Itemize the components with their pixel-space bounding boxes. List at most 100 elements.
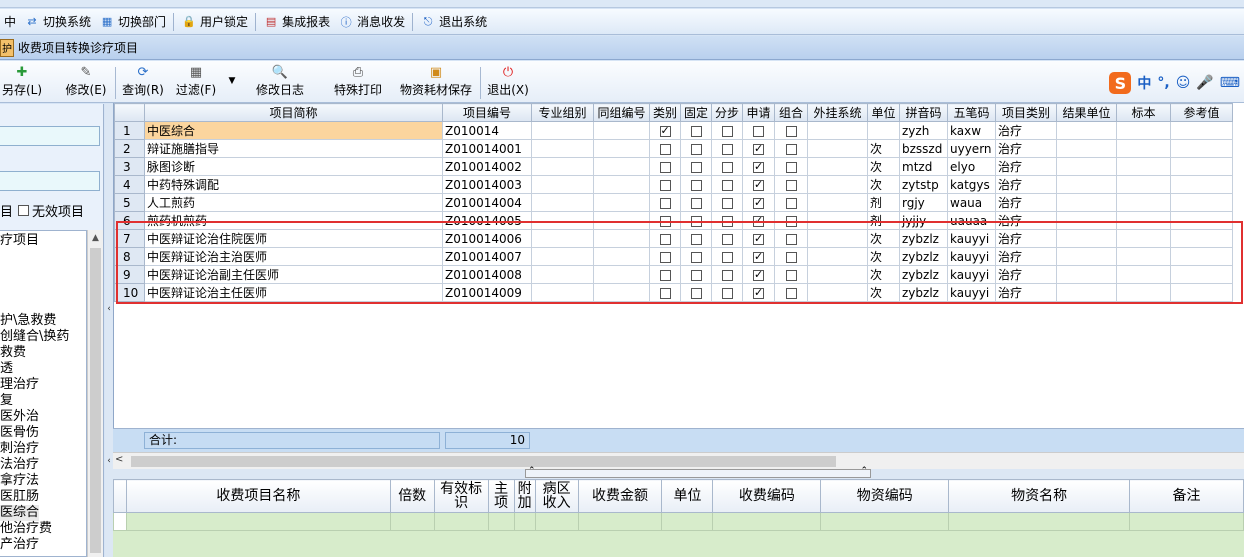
save-as-button[interactable]: ✚ 另存(L) xyxy=(0,64,44,100)
row-number[interactable]: 7 xyxy=(114,229,145,248)
scroll-thumb[interactable] xyxy=(90,248,101,553)
tree-item[interactable]: 他治疗费 xyxy=(0,521,52,537)
apply-checkbox[interactable] xyxy=(753,286,764,299)
detail-cell[interactable] xyxy=(113,512,127,531)
column-header[interactable]: 专业组别 xyxy=(531,103,594,122)
cat-checkbox[interactable] xyxy=(659,233,671,245)
cell-external-system[interactable] xyxy=(807,283,868,302)
column-header[interactable]: 申请 xyxy=(742,103,775,122)
edit-button[interactable]: ✎ 修改(E) xyxy=(62,64,110,100)
cell-specimen[interactable] xyxy=(1116,265,1171,284)
detail-cell[interactable] xyxy=(661,512,714,531)
column-header[interactable]: 拼音码 xyxy=(899,103,948,122)
cell-unit[interactable]: 次 xyxy=(867,229,900,248)
cell-pinyin-code[interactable]: bzsszd xyxy=(899,139,948,158)
tree-item[interactable]: 拿疗法 xyxy=(0,473,39,489)
cell-group-code[interactable] xyxy=(593,175,650,194)
cell-reference[interactable] xyxy=(1170,283,1233,302)
cell-pinyin-code[interactable]: zyzh xyxy=(899,121,948,140)
combo-checkbox[interactable] xyxy=(785,197,797,209)
detail-cell[interactable] xyxy=(487,512,515,531)
cell-reference[interactable] xyxy=(1170,175,1233,194)
cell-specimen[interactable] xyxy=(1116,121,1171,140)
report-button[interactable]: ▤ 集成报表 xyxy=(259,11,334,33)
cat-checkbox[interactable] xyxy=(659,215,671,227)
cell-pinyin-code[interactable]: zybzlz xyxy=(899,229,948,248)
apply-checkbox[interactable] xyxy=(753,178,764,191)
cell-fixed[interactable] xyxy=(680,283,712,302)
row-number[interactable]: 10 xyxy=(114,283,145,302)
column-header[interactable]: 组合 xyxy=(774,103,808,122)
detail-column-header[interactable]: 附加 xyxy=(513,479,536,513)
column-header[interactable]: 同组编号 xyxy=(593,103,650,122)
cell-fixed[interactable] xyxy=(680,139,712,158)
detail-cell[interactable] xyxy=(433,512,489,531)
cell-step[interactable] xyxy=(711,283,743,302)
cell-external-system[interactable] xyxy=(807,193,868,212)
row-number[interactable]: 8 xyxy=(114,247,145,266)
cell-group-code[interactable] xyxy=(593,247,650,266)
cell-pinyin-code[interactable]: mtzd xyxy=(899,157,948,176)
cell-combo[interactable] xyxy=(774,139,808,158)
combo-checkbox[interactable] xyxy=(785,161,797,173)
detail-column-header[interactable]: 物资名称 xyxy=(948,479,1131,513)
tree-item[interactable]: 创缝合\换药 xyxy=(0,329,69,345)
combo-checkbox[interactable] xyxy=(785,269,797,281)
cell-pinyin-code[interactable]: zybzlz xyxy=(899,283,948,302)
cell-apply[interactable] xyxy=(742,247,775,266)
cell-unit[interactable]: 次 xyxy=(867,139,900,158)
step-checkbox[interactable] xyxy=(721,125,733,137)
apply-checkbox[interactable] xyxy=(753,160,764,173)
tree-item[interactable]: 产治疗 xyxy=(0,537,39,553)
cell-item-code[interactable]: Z010014008 xyxy=(442,265,532,284)
cell-external-system[interactable] xyxy=(807,229,868,248)
cell-pinyin-code[interactable]: zytstp xyxy=(899,175,948,194)
cell-reference[interactable] xyxy=(1170,157,1233,176)
tree-item[interactable]: 透 xyxy=(0,361,13,377)
column-header[interactable]: 外挂系统 xyxy=(807,103,868,122)
step-checkbox[interactable] xyxy=(721,215,733,227)
cell-item-type[interactable]: 治疗 xyxy=(995,157,1057,176)
cell-specialty-group[interactable] xyxy=(531,229,594,248)
cat-checkbox[interactable] xyxy=(659,161,671,173)
material-save-button[interactable]: ▣ 物资耗材保存 xyxy=(397,64,475,100)
exit-button[interactable]: ⏻ 退出(X) xyxy=(484,64,532,100)
cell-combo[interactable] xyxy=(774,121,808,140)
cell-result-unit[interactable] xyxy=(1056,265,1117,284)
detail-cell[interactable] xyxy=(577,512,663,531)
cell-wubi-code[interactable]: elyo xyxy=(947,157,996,176)
cat-checkbox[interactable] xyxy=(659,143,671,155)
cell-combo[interactable] xyxy=(774,229,808,248)
step-checkbox[interactable] xyxy=(721,179,733,191)
cell-external-system[interactable] xyxy=(807,157,868,176)
cell-specialty-group[interactable] xyxy=(531,211,594,230)
cell-item-type[interactable]: 治疗 xyxy=(995,247,1057,266)
scroll-left-icon[interactable]: < xyxy=(115,454,123,465)
fixed-checkbox[interactable] xyxy=(690,143,702,155)
cell-step[interactable] xyxy=(711,265,743,284)
cell-result-unit[interactable] xyxy=(1056,121,1117,140)
cell-group-code[interactable] xyxy=(593,193,650,212)
apply-checkbox[interactable] xyxy=(753,268,764,281)
step-checkbox[interactable] xyxy=(721,161,733,173)
cell-specialty-group[interactable] xyxy=(531,247,594,266)
cell-specimen[interactable] xyxy=(1116,211,1171,230)
cell-wubi-code[interactable]: waua xyxy=(947,193,996,212)
cell-fixed[interactable] xyxy=(680,121,712,140)
cell-specimen[interactable] xyxy=(1116,283,1171,302)
cell-apply[interactable] xyxy=(742,139,775,158)
table-row[interactable]: 5人工煎药Z010014004 剂rgjywaua治疗 xyxy=(114,193,1233,212)
cell-item-type[interactable]: 治疗 xyxy=(995,283,1057,302)
cell-apply[interactable] xyxy=(742,283,775,302)
step-checkbox[interactable] xyxy=(721,287,733,299)
table-row[interactable]: 3脉图诊断Z010014002 次mtzdelyo治疗 xyxy=(114,157,1233,176)
cell-item-name[interactable]: 煎药机煎药 xyxy=(144,211,443,230)
tree-item[interactable]: 理治疗 xyxy=(0,377,39,393)
cell-pinyin-code[interactable]: jyjjy xyxy=(899,211,948,230)
detail-column-header[interactable] xyxy=(113,479,127,513)
row-number[interactable]: 1 xyxy=(114,121,145,140)
fixed-checkbox[interactable] xyxy=(690,269,702,281)
exit-system-button[interactable]: ⎋ 退出系统 xyxy=(416,11,491,33)
cat-checkbox[interactable] xyxy=(659,124,671,137)
tree-item[interactable]: 刺治疗 xyxy=(0,441,39,457)
